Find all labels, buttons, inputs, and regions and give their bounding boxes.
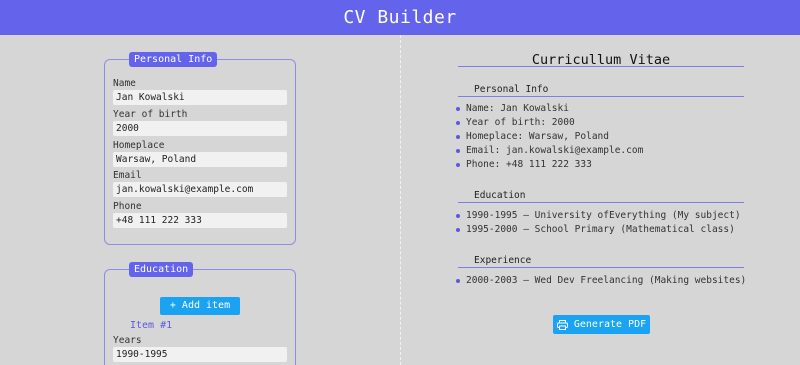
name-input[interactable]: Jan Kowalski — [113, 90, 287, 105]
generate-pdf-label: Generate PDF — [573, 319, 647, 330]
personal-info-legend: Personal Info — [129, 52, 218, 67]
preview-education-title: Education — [474, 190, 526, 201]
bullet — [456, 149, 460, 153]
bullet — [456, 228, 460, 232]
bullet — [456, 214, 460, 218]
app-header: CV Builder — [0, 0, 800, 35]
year-of-birth-input[interactable]: 2000 — [113, 121, 287, 136]
preview-education-item: 1995-2000 — School Primary (Mathematical… — [466, 224, 735, 235]
name-label: Name — [113, 78, 136, 89]
personal-rule — [458, 96, 744, 97]
education-legend: Education — [129, 262, 194, 277]
homeplace-label: Homeplace — [113, 140, 165, 151]
years-input[interactable]: 1990-1995 — [113, 347, 287, 362]
panel-divider — [400, 35, 401, 365]
preview-homeplace: Homeplace: Warsaw, Poland — [466, 131, 609, 142]
bullet — [456, 163, 460, 167]
email-label: Email — [113, 170, 142, 181]
email-input[interactable]: jan.kowalski@example.com — [113, 182, 287, 197]
education-item-title: Item #1 — [130, 320, 173, 331]
preview-phone: Phone: +48 111 222 333 — [466, 159, 592, 170]
preview-email: Email: jan.kowalski@example.com — [466, 145, 644, 156]
experience-rule — [458, 267, 744, 268]
years-label: Years — [113, 335, 142, 346]
add-item-button[interactable]: + Add item — [160, 297, 240, 315]
bullet — [456, 135, 460, 139]
bullet — [456, 107, 460, 111]
preview-education-item: 1990-1995 — University ofEverything (My … — [466, 210, 741, 221]
generate-pdf-button[interactable]: Generate PDF — [553, 315, 650, 334]
year-of-birth-label: Year of birth — [113, 109, 188, 120]
phone-input[interactable]: +48 111 222 333 — [113, 213, 287, 228]
homeplace-input[interactable]: Warsaw, Poland — [113, 152, 287, 167]
printer-icon — [556, 319, 568, 330]
app-title: CV Builder — [343, 7, 457, 28]
preview-experience-title: Experience — [474, 255, 532, 266]
preview-name: Name: Jan Kowalski — [466, 103, 569, 114]
preview-personal-title: Personal Info — [474, 84, 549, 95]
phone-label: Phone — [113, 201, 142, 212]
preview-experience-item: 2000-2003 — Wed Dev Freelancing (Making … — [466, 275, 747, 286]
title-rule — [458, 66, 744, 67]
bullet — [456, 279, 460, 283]
bullet — [456, 121, 460, 125]
preview-year-of-birth: Year of birth: 2000 — [466, 117, 575, 128]
education-rule — [458, 202, 744, 203]
